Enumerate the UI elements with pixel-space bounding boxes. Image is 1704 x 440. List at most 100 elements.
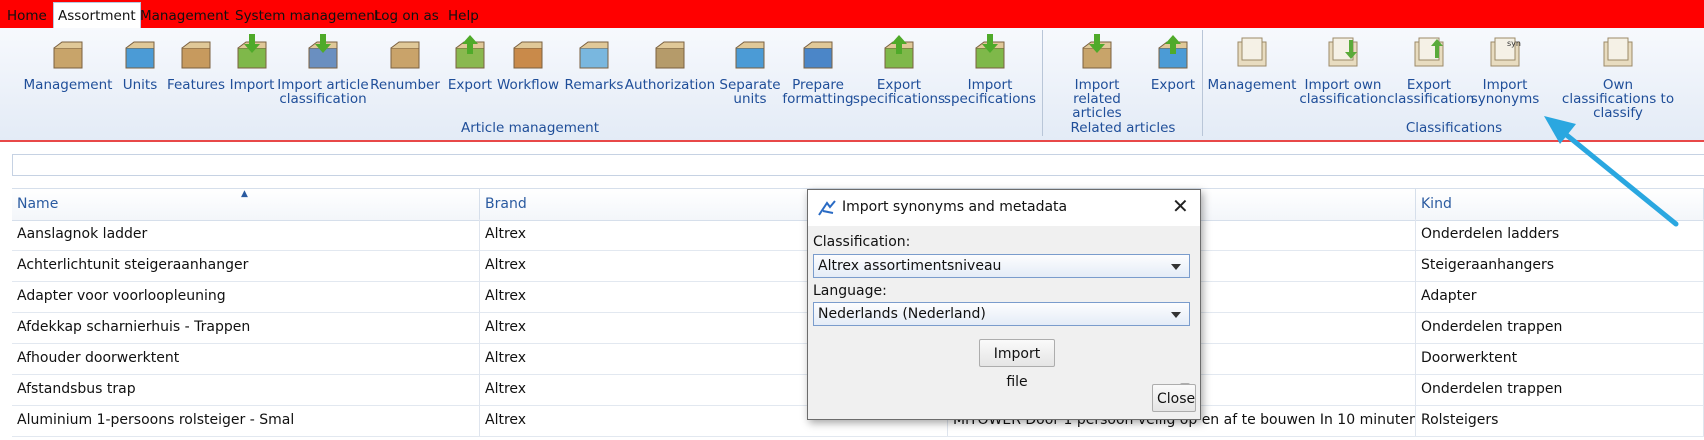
import-box-icon [975, 34, 1005, 69]
ribbon-button-workflow[interactable]: Workflow [496, 32, 560, 92]
group-separator [1042, 30, 1043, 136]
language-value: Nederlands (Nederland) [818, 306, 986, 322]
ribbon-button-management[interactable]: Management [13, 32, 123, 92]
ribbon-button-label: Import specifications [943, 77, 1037, 107]
ribbon-button-import[interactable]: Import [227, 32, 277, 92]
ribbon-button-label: Import article classification [277, 77, 369, 107]
ribbon-button-import-article-classification[interactable]: Import article classification [275, 32, 371, 106]
folder-icon [1603, 37, 1633, 67]
cell-kind: Onderdelen trappen [1416, 312, 1704, 343]
classification-label: Classification: [813, 234, 911, 250]
group-label-article-management: Article management [460, 120, 600, 136]
ribbon-button-label: Import [229, 77, 275, 93]
cell-name: Aluminium 1-persoons rolsteiger - Smal [12, 405, 480, 436]
chevron-down-icon [1171, 312, 1181, 318]
cell-name: Adapter voor voorloopleuning [12, 281, 480, 312]
ribbon-button-label: Features [166, 77, 226, 93]
cell-kind: Doorwerktent [1416, 343, 1704, 374]
ribbon-button-export-specifications[interactable]: Export specifications [849, 32, 949, 106]
ribbon-button-label: Export [1150, 77, 1196, 93]
features-icon [181, 41, 211, 69]
filter-input[interactable] [12, 154, 1704, 176]
ribbon-button-label: Prepare formatting [782, 77, 854, 107]
classification-value: Altrex assortimentsniveau [818, 258, 1002, 274]
prepare-formatting-icon [803, 41, 833, 69]
ribbon-button-import-synonyms[interactable]: syn Import synonyms [1469, 32, 1541, 106]
remarks-icon [579, 41, 609, 69]
cell-kind: Onderdelen trappen [1416, 374, 1704, 405]
import-box-icon [1082, 34, 1112, 69]
ribbon-button-export-classification[interactable]: Export classification [1387, 32, 1475, 107]
ribbon-button-units[interactable]: Units [115, 32, 165, 92]
ribbon-button-label: Units [122, 77, 158, 93]
ribbon-button-remarks[interactable]: Remarks [564, 32, 624, 92]
menu-management[interactable]: Management [136, 4, 233, 28]
folder-import-icon [1328, 37, 1358, 67]
ribbon-button-label: Import synonyms [1470, 77, 1540, 107]
ribbon-button-authorization[interactable]: Authorization [620, 32, 720, 92]
export-box-icon [884, 35, 914, 69]
folder-synonyms-icon: syn [1490, 37, 1521, 67]
authorization-icon [655, 41, 685, 69]
box-gear-icon [53, 41, 83, 69]
separate-units-icon [735, 41, 765, 69]
ribbon-button-label: Management [23, 77, 113, 93]
ribbon-button-renumber[interactable]: Renumber [367, 32, 443, 92]
column-header-name[interactable]: Name ▲ [12, 189, 480, 220]
ribbon: Article management Related articles Clas… [0, 28, 1704, 142]
ribbon-button-label: Separate units [719, 77, 781, 107]
pointer-arrow-icon [1544, 116, 1679, 227]
cell-name: Afhouder doorwerktent [12, 343, 480, 374]
ribbon-button-export[interactable]: Export [445, 32, 495, 92]
cell-kind: Rolsteigers [1416, 405, 1704, 436]
ribbon-button-separate-units[interactable]: Separate units [716, 32, 784, 106]
import-box-icon [237, 34, 267, 69]
folder-icon [1237, 37, 1267, 67]
sort-ascending-icon: ▲ [241, 189, 248, 199]
ribbon-button-label: Remarks [564, 77, 624, 93]
menu-log-on-as[interactable]: Log on as [370, 4, 443, 28]
classification-select[interactable]: Altrex assortimentsniveau [813, 254, 1190, 278]
ribbon-button-label: Export classification [1387, 77, 1475, 107]
cell-name: Aanslagnok ladder [12, 219, 480, 250]
close-icon[interactable]: ✕ [1172, 195, 1189, 217]
cell-kind: Steigeraanhangers [1416, 250, 1704, 281]
ribbon-button-prepare-formatting[interactable]: Prepare formatting [781, 32, 855, 106]
menu-assortment[interactable]: Assortment [53, 2, 141, 29]
ribbon-button-import-related-articles[interactable]: Import related articles [1049, 32, 1145, 120]
column-name-label: Name [17, 196, 59, 212]
export-box-icon [1158, 35, 1188, 69]
menu-home[interactable]: Home [3, 4, 51, 28]
cell-name: Afdekkap scharnierhuis - Trappen [12, 312, 480, 343]
export-box-icon [455, 35, 485, 69]
ribbon-button-label: Workflow [497, 77, 559, 93]
workflow-icon [513, 41, 543, 69]
ribbon-button-features[interactable]: Features [166, 32, 226, 92]
ribbon-button-own-classifications-to-classify[interactable]: Own classifications to classify [1543, 32, 1693, 120]
cell-name: Achterlichtunit steigeraanhanger [12, 250, 480, 281]
close-button[interactable]: Close [1152, 384, 1196, 412]
ribbon-button-label: Management [1207, 77, 1297, 93]
units-icon [125, 41, 155, 69]
ribbon-button-management[interactable]: Management [1202, 32, 1302, 92]
renumber-icon [390, 41, 420, 69]
ribbon-button-label: Export [447, 77, 493, 93]
language-select[interactable]: Nederlands (Nederland) [813, 302, 1190, 326]
import-synonyms-dialog: Import synonyms and metadata ✕ Classific… [807, 189, 1201, 420]
folder-export-icon [1414, 37, 1444, 67]
cell-kind: Adapter [1416, 281, 1704, 312]
ribbon-button-label: Authorization [624, 77, 716, 93]
dialog-titlebar: Import synonyms and metadata ✕ [808, 190, 1200, 226]
svg-text:syn: syn [1507, 39, 1521, 48]
ribbon-button-label: Import related articles [1072, 77, 1122, 121]
ribbon-button-label: Import own classification [1299, 77, 1387, 107]
ribbon-button-import-specifications[interactable]: Import specifications [940, 32, 1040, 106]
menu-help[interactable]: Help [444, 4, 483, 28]
dialog-title: Import synonyms and metadata [842, 199, 1068, 215]
import-file-button[interactable]: Import file [979, 339, 1055, 390]
menu-system-management[interactable]: System management [231, 4, 384, 28]
ribbon-button-label: Export specifications [852, 77, 946, 107]
ribbon-button-import-own-classification[interactable]: Import own classification [1295, 32, 1391, 106]
ribbon-button-export[interactable]: Export [1148, 32, 1198, 92]
language-label: Language: [813, 283, 887, 299]
